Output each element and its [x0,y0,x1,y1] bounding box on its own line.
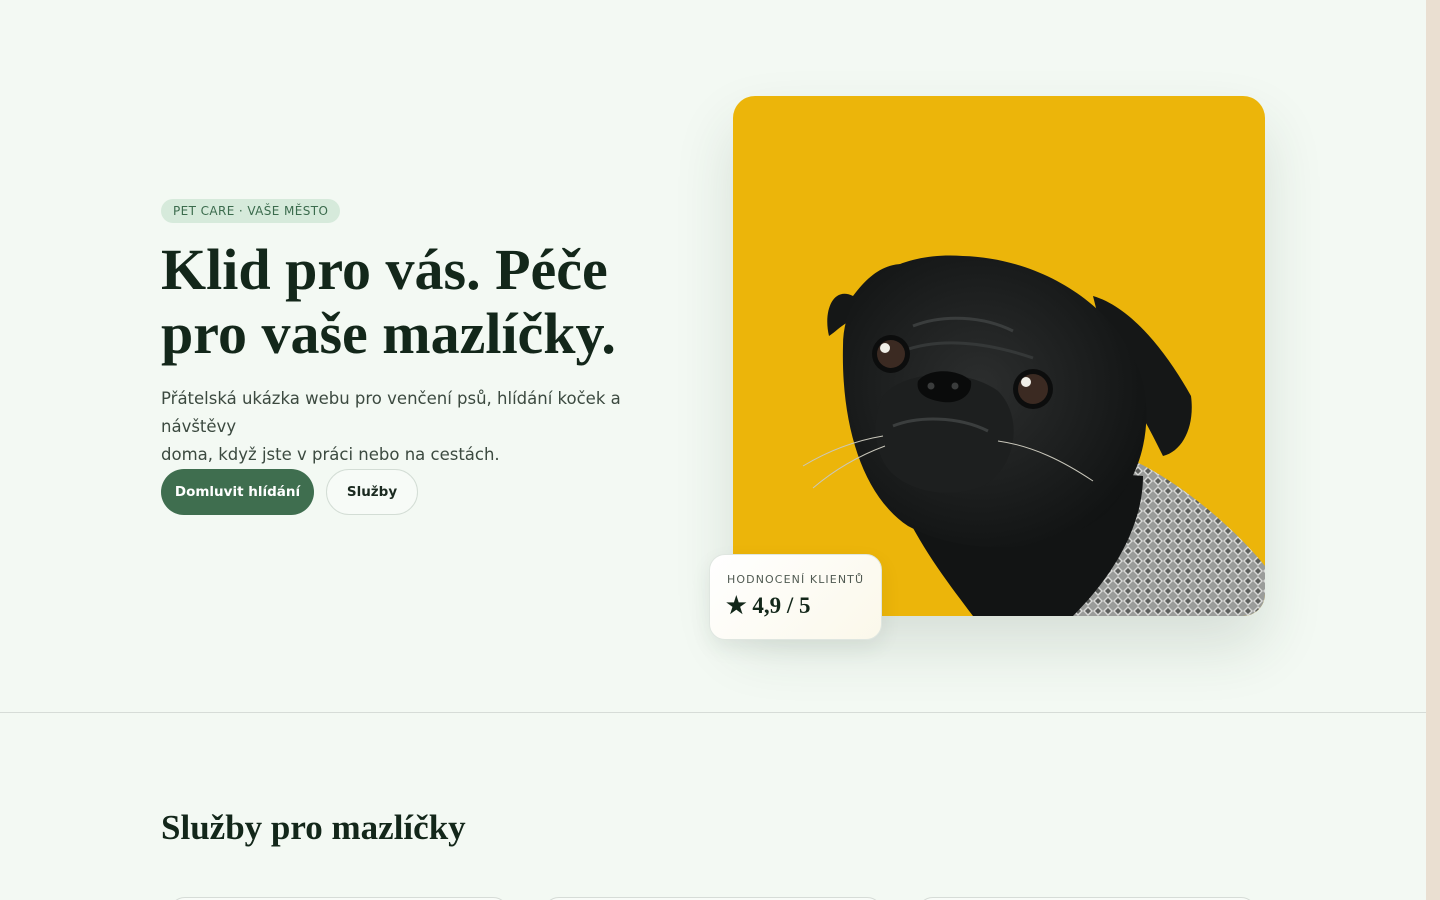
rating-value: ★ 4,9 / 5 [726,593,811,618]
pug-illustration [802,255,1265,616]
hero-title-line-2: pro vaše mazlíčky. [161,301,616,366]
hero-title-line-1: Klid pro vás. Péče [161,237,608,302]
hero-description: Přátelská ukázka webu pro venčení psů, h… [161,385,701,469]
services-section-title: Služby pro mazlíčky [161,808,466,847]
hero-description-line-2: doma, když jste v práci nebo na cestách. [161,445,500,464]
hero-description-line-1: Přátelská ukázka webu pro venčení psů, h… [161,389,621,436]
client-rating-card: HODNOCENÍ KLIENTŮ ★ 4,9 / 5 [709,554,882,640]
hero-photo [733,96,1265,616]
rating-label: HODNOCENÍ KLIENTŮ [727,573,865,586]
section-divider [0,712,1426,713]
services-button[interactable]: Služby [326,469,418,515]
page: PET CARE · VAŠE MĚSTO Klid pro vás. Péče… [0,0,1426,900]
hero-title: Klid pro vás. Péče pro vaše mazlíčky. [161,238,721,366]
page-scrollbar[interactable] [1426,0,1440,900]
category-badge: PET CARE · VAŠE MĚSTO [161,199,341,223]
book-sitting-button[interactable]: Domluvit hlídání [161,469,314,515]
